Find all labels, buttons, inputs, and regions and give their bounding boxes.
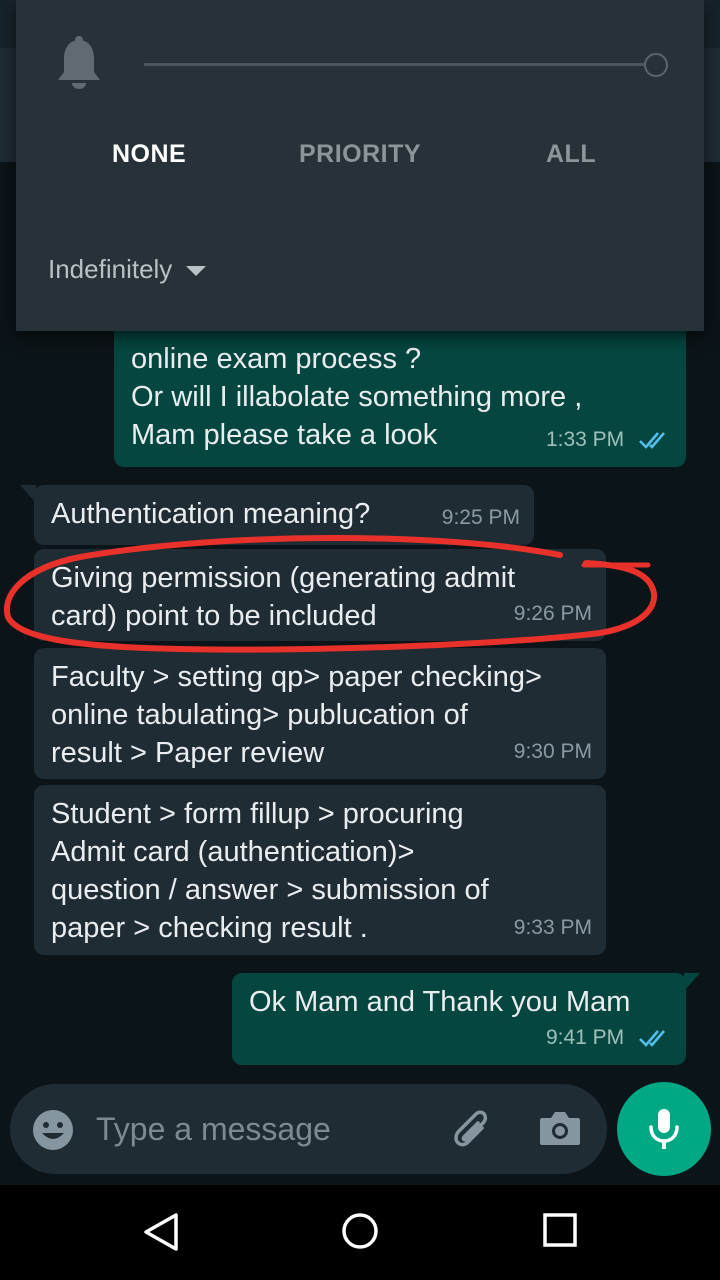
message-text: online exam process ? xyxy=(131,343,422,375)
message-text: paper > checking result . xyxy=(51,912,368,944)
mode-tabs: NONE PRIORITY ALL xyxy=(16,140,704,180)
message-bubble-outgoing[interactable]: Ok Mam and Thank you Mam 9:41 PM xyxy=(232,973,700,1065)
message-text: Giving permission (generating admit xyxy=(51,562,516,594)
message-input[interactable] xyxy=(96,1106,416,1152)
system-navigation-bar xyxy=(0,1185,720,1280)
bubble-tail xyxy=(20,485,36,503)
message-bubble-incoming[interactable]: Student > form fillup > procuring Admit … xyxy=(34,785,606,955)
message-text: Student > form fillup > procuring xyxy=(51,798,464,830)
message-bubble-incoming[interactable]: Giving permission (generating admit card… xyxy=(34,549,606,641)
dropdown-caret-icon xyxy=(186,265,207,276)
message-text: result > Paper review xyxy=(51,737,325,769)
message-text: Or will I illabolate something more , xyxy=(131,381,583,413)
microphone-icon xyxy=(649,1109,679,1149)
recents-icon[interactable] xyxy=(541,1211,579,1249)
paperclip-icon[interactable] xyxy=(448,1106,494,1152)
message-time: 1:33 PM xyxy=(546,421,672,459)
volume-slider-thumb[interactable] xyxy=(644,53,668,77)
duration-label: Indefinitely xyxy=(48,254,173,284)
message-text: Admit card (authentication)> xyxy=(51,836,415,868)
duration-dropdown[interactable]: Indefinitely xyxy=(48,254,207,285)
message-text: card) point to be included xyxy=(51,600,377,632)
voice-record-button[interactable] xyxy=(617,1082,711,1176)
camera-icon[interactable] xyxy=(538,1108,582,1148)
message-time: 9:26 PM xyxy=(513,602,592,625)
volume-slider[interactable] xyxy=(144,63,656,66)
read-receipt-icon xyxy=(639,1030,665,1048)
read-receipt-icon xyxy=(639,432,665,450)
message-text: question / answer > submission of xyxy=(51,874,489,906)
message-bubble-incoming[interactable]: Faculty > setting qp> paper checking> on… xyxy=(34,648,606,779)
do-not-disturb-panel: NONE PRIORITY ALL Indefinitely xyxy=(16,0,704,331)
mode-none-tab[interactable]: NONE xyxy=(112,140,186,169)
bell-icon xyxy=(58,36,100,89)
home-icon[interactable] xyxy=(340,1211,380,1251)
message-time: 9:25 PM xyxy=(441,506,520,529)
bubble-tail xyxy=(684,973,700,991)
mode-priority-tab[interactable]: PRIORITY xyxy=(299,140,421,169)
message-time: 9:33 PM xyxy=(513,916,592,939)
message-time: 9:30 PM xyxy=(513,740,592,763)
message-text: Faculty > setting qp> paper checking> xyxy=(51,661,542,693)
message-text: Ok Mam and Thank you Mam xyxy=(249,986,631,1018)
message-text: online tabulating> publucation of xyxy=(51,699,468,731)
emoji-icon[interactable] xyxy=(32,1109,74,1151)
mode-all-tab[interactable]: ALL xyxy=(546,140,596,169)
back-icon[interactable] xyxy=(140,1211,182,1253)
message-bubble-incoming[interactable]: Authentication meaning? 9:25 PM xyxy=(20,485,534,545)
message-composer xyxy=(10,1084,607,1174)
message-time: 9:41 PM xyxy=(546,1019,672,1057)
